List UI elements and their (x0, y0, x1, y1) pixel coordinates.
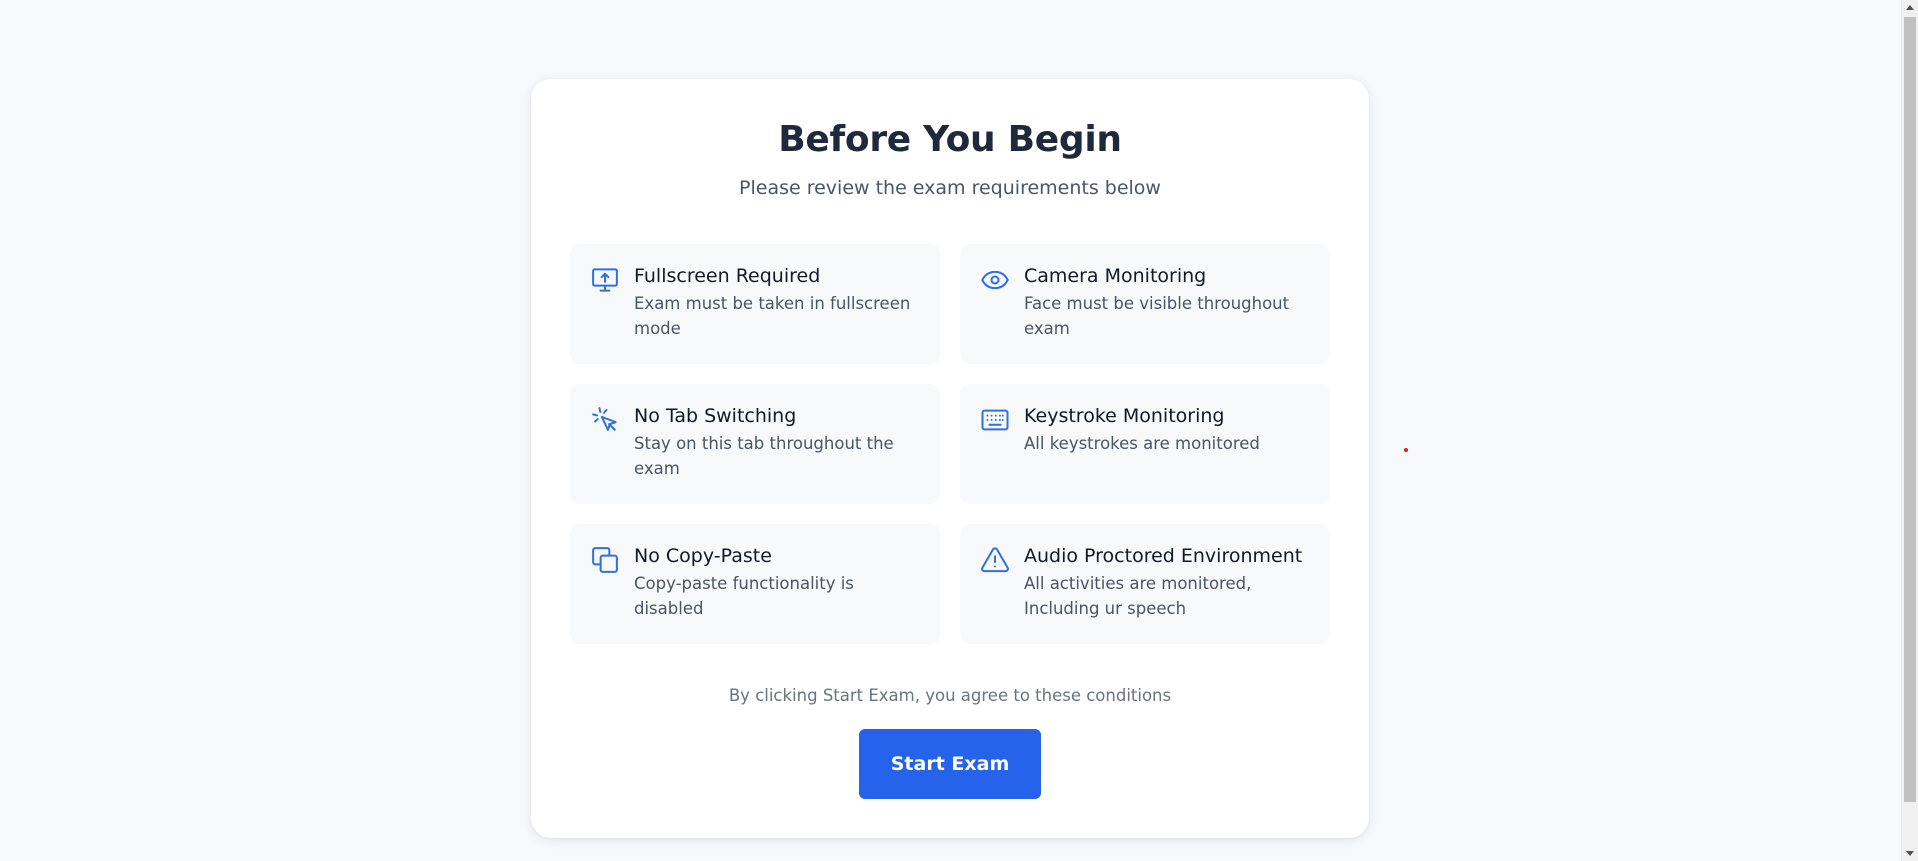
cursor-click-icon (590, 405, 620, 435)
agreement-text: By clicking Start Exam, you agree to the… (728, 686, 1172, 705)
requirement-audio-proctored: Audio Proctored Environment All activiti… (960, 524, 1330, 644)
requirement-description: Copy-paste functionality is disabled (634, 574, 854, 618)
scrollbar-thumb[interactable] (1904, 17, 1916, 802)
requirements-grid: Fullscreen Required Exam must be taken i… (570, 244, 1330, 644)
exam-requirements-card: Before You Begin Please review the exam … (531, 79, 1369, 838)
requirement-title: Camera Monitoring (1024, 265, 1207, 287)
requirement-description: All activities are monitored, Including … (1024, 574, 1252, 618)
copy-icon (590, 545, 620, 575)
requirement-tab-switching: No Tab Switching Stay on this tab throug… (570, 384, 940, 504)
red-dot-marker (1404, 448, 1408, 452)
page-title: Before You Begin (778, 119, 1122, 160)
requirement-fullscreen: Fullscreen Required Exam must be taken i… (570, 244, 940, 364)
start-exam-button[interactable]: Start Exam (859, 729, 1041, 799)
requirement-copy-paste: No Copy-Paste Copy-paste functionality i… (570, 524, 940, 644)
requirement-keystroke: Keystroke Monitoring All keystrokes are … (960, 384, 1330, 504)
requirement-title: Keystroke Monitoring (1024, 405, 1225, 427)
requirement-title: No Copy-Paste (634, 545, 772, 567)
requirement-title: Audio Proctored Environment (1024, 545, 1303, 567)
requirement-title: Fullscreen Required (634, 265, 821, 287)
keyboard-icon (980, 405, 1010, 435)
scroll-up-arrow-icon[interactable] (1906, 5, 1914, 10)
page-subtitle: Please review the exam requirements belo… (739, 177, 1161, 199)
requirement-description: Exam must be taken in fullscreen mode (634, 294, 911, 338)
vertical-scrollbar[interactable] (1901, 0, 1918, 861)
warning-triangle-icon (980, 545, 1010, 575)
page: Before You Begin Please review the exam … (0, 0, 1918, 861)
eye-icon (980, 265, 1010, 295)
requirement-description: Stay on this tab throughout the exam (634, 434, 894, 478)
requirement-camera: Camera Monitoring Face must be visible t… (960, 244, 1330, 364)
requirement-description: Face must be visible throughout exam (1024, 294, 1290, 338)
scroll-down-arrow-icon[interactable] (1906, 851, 1914, 856)
requirement-description: All keystrokes are monitored (1024, 434, 1260, 453)
requirement-title: No Tab Switching (634, 405, 797, 427)
monitor-upload-icon (590, 265, 620, 295)
